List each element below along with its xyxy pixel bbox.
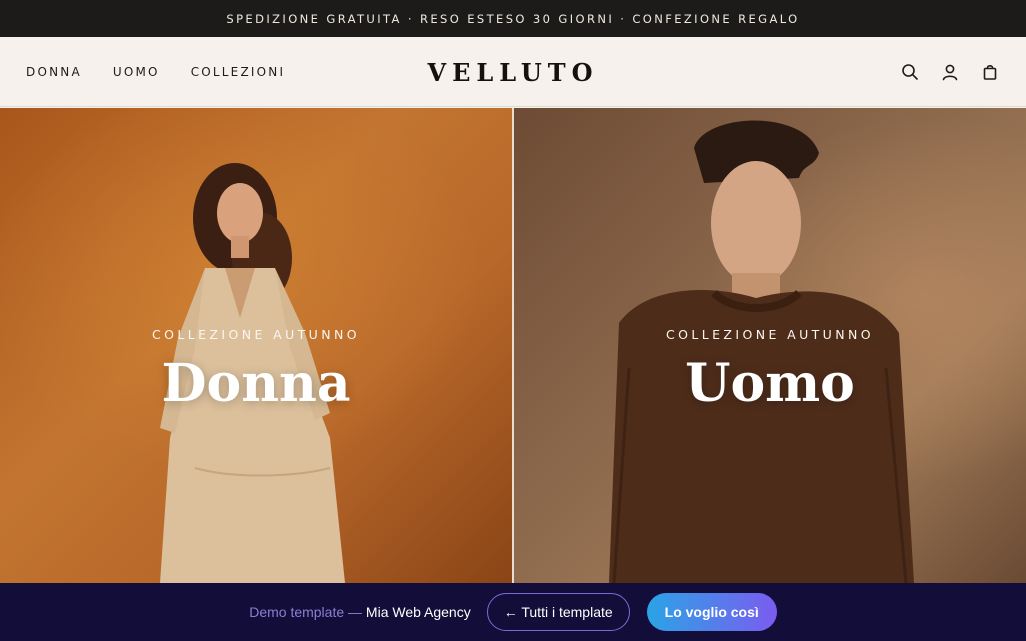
hero-kicker-uomo: COLLEZIONE AUTUNNO <box>666 327 874 342</box>
hero-title-uomo: Uomo <box>685 353 855 414</box>
hero-panel-donna[interactable]: COLLEZIONE AUTUNNO Donna <box>0 108 512 583</box>
hero-kicker-donna: COLLEZIONE AUTUNNO <box>152 327 360 342</box>
hero-split: COLLEZIONE AUTUNNO Donna COLLEZIONE AUTU… <box>0 108 1026 583</box>
demo-bar: Demo template — Mia Web Agency ← Tutti i… <box>0 583 1026 641</box>
brand-logo[interactable]: VELLUTO <box>0 37 1018 107</box>
agency-name[interactable]: Mia Web Agency <box>366 604 471 620</box>
woman-photo <box>160 163 345 583</box>
hero-title-donna: Donna <box>161 353 351 414</box>
announcement-bar: SPEDIZIONE GRATUITA · RESO ESTESO 30 GIO… <box>0 0 1026 37</box>
bag-icon[interactable] <box>980 62 1000 82</box>
demo-prefix: Demo template — <box>249 604 366 620</box>
search-icon[interactable] <box>900 62 920 82</box>
account-icon[interactable] <box>940 62 960 82</box>
header-actions <box>900 37 1000 107</box>
all-templates-button[interactable]: ← Tutti i template <box>486 593 630 631</box>
announcement-text: SPEDIZIONE GRATUITA · RESO ESTESO 30 GIO… <box>226 11 800 26</box>
demo-label: Demo template — Mia Web Agency <box>249 604 471 620</box>
hero-panel-uomo[interactable]: COLLEZIONE AUTUNNO Uomo <box>514 108 1026 583</box>
man-photo <box>609 120 914 583</box>
site-header: DONNA UOMO COLLEZIONI VELLUTO <box>0 37 1026 107</box>
cta-button[interactable]: Lo voglio così <box>646 593 777 631</box>
